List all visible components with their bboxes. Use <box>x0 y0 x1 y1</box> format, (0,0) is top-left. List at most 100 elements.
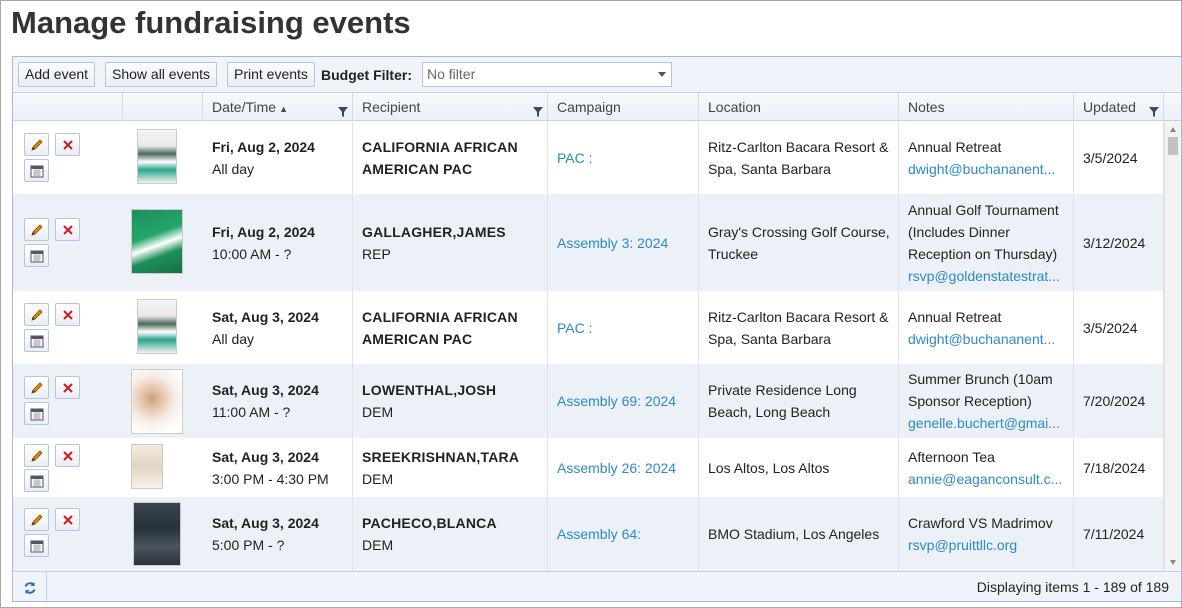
event-flyer-thumbnail[interactable] <box>133 502 181 566</box>
event-flyer-thumbnail[interactable] <box>131 444 163 489</box>
column-header-updated[interactable]: Updated <box>1074 93 1164 121</box>
calendar-button[interactable] <box>24 329 49 352</box>
calendar-button[interactable] <box>24 244 49 267</box>
campaign-link[interactable]: Assembly 3: 2024 <box>557 232 698 254</box>
contact-email-link[interactable]: annie@eaganconsult.c... <box>908 468 1067 490</box>
campaign-link[interactable]: PAC : <box>557 317 698 339</box>
calendar-button[interactable] <box>24 534 49 557</box>
location-cell: Los Altos, Los Altos <box>699 438 899 497</box>
vertical-scrollbar[interactable] <box>1164 121 1181 571</box>
column-header-campaign-label: Campaign <box>557 99 621 115</box>
delete-button[interactable] <box>55 444 80 467</box>
campaign-cell: PAC : <box>548 121 699 194</box>
campaign-cell: Assembly 69: 2024 <box>548 364 699 438</box>
add-event-button[interactable]: Add event <box>18 62 96 87</box>
table-row[interactable]: Fri, Aug 2, 2024 10:00 AM - ? GALLAGHER,… <box>13 194 1164 291</box>
location-cell: Private Residence Long Beach, Long Beach <box>699 364 899 438</box>
table-row[interactable]: Sat, Aug 3, 2024 All day CALIFORNIA AFRI… <box>13 291 1164 364</box>
scrollbar-thumb[interactable] <box>1168 137 1178 155</box>
edit-button[interactable] <box>24 508 49 531</box>
refresh-button[interactable] <box>13 572 47 601</box>
budget-filter-select[interactable]: No filter <box>422 62 672 87</box>
column-header-date[interactable]: Date/Time ▲ <box>203 93 353 121</box>
event-date: Sat, Aug 3, 2024 <box>212 448 319 465</box>
calendar-button[interactable] <box>24 469 49 492</box>
calendar-icon <box>30 540 43 552</box>
table-body: Fri, Aug 2, 2024 All day CALIFORNIA AFRI… <box>13 121 1164 571</box>
campaign-link[interactable]: Assembly 64: <box>557 523 698 545</box>
location-cell: Gray's Crossing Golf Course, Truckee <box>699 194 899 291</box>
updated-date: 7/18/2024 <box>1083 459 1146 476</box>
grid-footer: Displaying items 1 - 189 of 189 <box>13 571 1181 601</box>
delete-button[interactable] <box>55 218 80 241</box>
edit-button[interactable] <box>24 133 49 156</box>
calendar-button[interactable] <box>24 402 49 425</box>
delete-button[interactable] <box>55 508 80 531</box>
edit-button[interactable] <box>24 218 49 241</box>
delete-button[interactable] <box>55 303 80 326</box>
table-row[interactable]: Sat, Aug 3, 2024 5:00 PM - ? PACHECO,BLA… <box>13 497 1164 571</box>
recipient-name: CALIFORNIA AFRICAN AMERICAN PAC <box>362 308 518 347</box>
edit-pencil-icon <box>30 138 43 151</box>
campaign-cell: PAC : <box>548 291 699 364</box>
event-time: 11:00 AM - ? <box>212 404 291 420</box>
note-text: Annual Retreat <box>908 308 1002 325</box>
campaign-link[interactable]: Assembly 26: 2024 <box>557 457 698 479</box>
budget-filter-value: No filter <box>427 66 476 82</box>
calendar-button[interactable] <box>24 159 49 182</box>
edit-button[interactable] <box>24 376 49 399</box>
campaign-link[interactable]: PAC : <box>557 147 698 169</box>
show-all-events-button[interactable]: Show all events <box>105 62 218 87</box>
scroll-down-icon[interactable] <box>1170 560 1176 565</box>
table-row[interactable]: Fri, Aug 2, 2024 All day CALIFORNIA AFRI… <box>13 121 1164 194</box>
contact-email-link[interactable]: dwight@buchananent... <box>908 328 1067 350</box>
location-text: Ritz-Carlton Bacara Resort & Spa, Santa … <box>708 308 889 347</box>
note-text: Annual Golf Tournament (Includes Dinner … <box>908 201 1059 262</box>
delete-button[interactable] <box>55 133 80 156</box>
event-date: Fri, Aug 2, 2024 <box>212 223 315 240</box>
location-cell: Ritz-Carlton Bacara Resort & Spa, Santa … <box>699 291 899 364</box>
contact-email-link[interactable]: dwight@buchananent... <box>908 158 1067 180</box>
delete-button[interactable] <box>55 376 80 399</box>
sort-asc-icon: ▲ <box>279 104 288 114</box>
edit-button[interactable] <box>24 303 49 326</box>
column-header-location[interactable]: Location <box>699 93 899 121</box>
event-flyer-thumbnail[interactable] <box>131 209 183 274</box>
updated-date: 3/5/2024 <box>1083 319 1138 336</box>
party-affiliation: DEM <box>362 404 394 420</box>
calendar-icon <box>30 250 43 262</box>
contact-email-link[interactable]: rsvp@pruittllc.org <box>908 534 1067 556</box>
edit-pencil-icon <box>30 449 43 462</box>
contact-email-link[interactable]: genelle.buchert@gmai... <box>908 412 1067 434</box>
calendar-icon <box>30 335 43 347</box>
event-flyer-thumbnail[interactable] <box>137 299 177 354</box>
note-text: Crawford VS Madrimov <box>908 515 1053 531</box>
edit-button[interactable] <box>24 444 49 467</box>
column-header-recipient[interactable]: Recipient <box>353 93 548 121</box>
table-row[interactable]: Sat, Aug 3, 2024 3:00 PM - 4:30 PM SREEK… <box>13 438 1164 497</box>
date-cell: Sat, Aug 3, 2024 3:00 PM - 4:30 PM <box>203 438 353 497</box>
contact-email-link[interactable]: rsvp@goldenstatestrat... <box>908 265 1067 287</box>
campaign-link[interactable]: Assembly 69: 2024 <box>557 390 698 412</box>
recipient-name: LOWENTHAL,JOSH <box>362 382 497 398</box>
column-header-notes[interactable]: Notes <box>899 93 1074 121</box>
updated-date: 3/5/2024 <box>1083 149 1138 166</box>
updated-cell: 7/11/2024 <box>1074 497 1164 571</box>
party-affiliation: DEM <box>362 537 394 553</box>
delete-x-icon <box>62 382 73 393</box>
scroll-up-icon[interactable] <box>1170 127 1176 132</box>
edit-pencil-icon <box>30 513 43 526</box>
event-date: Sat, Aug 3, 2024 <box>212 515 319 531</box>
print-events-button[interactable]: Print events <box>227 62 315 87</box>
event-time: All day <box>212 330 255 347</box>
recipient-name: SREEKRISHNAN,TARA <box>362 448 520 465</box>
chevron-down-icon <box>658 72 666 77</box>
table-row[interactable]: Sat, Aug 3, 2024 11:00 AM - ? LOWENTHAL,… <box>13 364 1164 438</box>
updated-date: 7/20/2024 <box>1083 393 1146 409</box>
column-header-campaign[interactable]: Campaign <box>548 93 699 121</box>
event-flyer-thumbnail[interactable] <box>137 129 177 184</box>
note-text: Afternoon Tea <box>908 448 995 465</box>
event-flyer-thumbnail[interactable] <box>131 369 183 434</box>
note-text: Annual Retreat <box>908 138 1002 155</box>
notes-cell: Annual Retreat dwight@buchananent... <box>899 291 1074 364</box>
